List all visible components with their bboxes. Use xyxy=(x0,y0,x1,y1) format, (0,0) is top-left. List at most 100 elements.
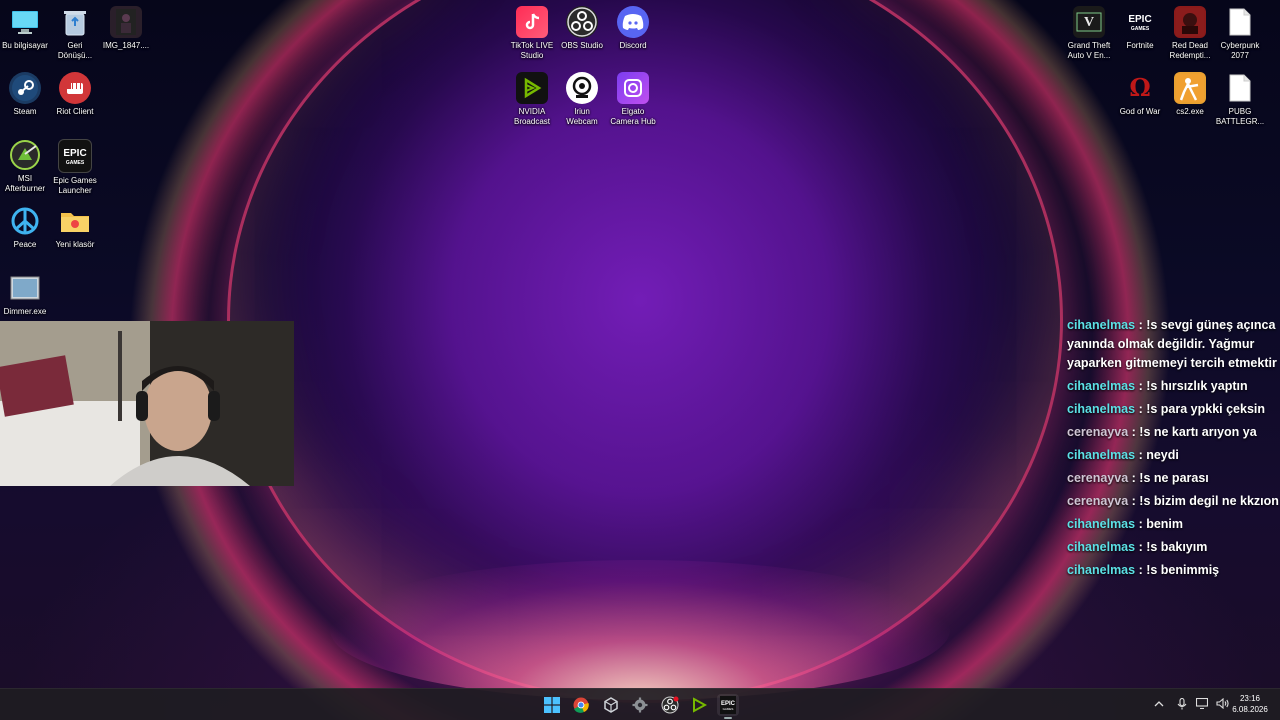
chat-text: : neydi xyxy=(1135,448,1179,462)
epic-games-icon: EPICGAMES xyxy=(1124,6,1156,38)
desktop-icon-recycle-bin[interactable]: Geri Dönüşü... xyxy=(50,6,100,61)
taskbar-nvidia-broadcast[interactable] xyxy=(688,694,710,716)
chat-message: cerenayva : !s bizim degil ne kkzıon xyxy=(1064,492,1280,511)
desktop-icon-cs2[interactable]: cs2.exe xyxy=(1165,72,1215,117)
desktop-icon-msi-afterburner[interactable]: MSI Afterburner xyxy=(0,139,50,194)
svg-text:V: V xyxy=(1084,15,1094,30)
chat-username: cihanelmas xyxy=(1067,379,1136,393)
desktop-icon-label: Elgato Camera Hub xyxy=(610,107,656,126)
chat-text: : !s hırsızlık yaptın xyxy=(1135,379,1248,393)
desktop-icon-god-of-war[interactable]: Ω God of War xyxy=(1115,72,1165,117)
chat-username: cihanelmas xyxy=(1067,563,1136,577)
desktop-icon-label: MSI Afterburner xyxy=(4,174,46,193)
desktop-icon-epic-games[interactable]: EPIC GAMES Epic Games Launcher xyxy=(50,139,100,196)
desktop-icon-nvidia-broadcast[interactable]: NVIDIA Broadcast xyxy=(507,72,557,127)
windows-icon xyxy=(544,697,560,713)
riot-fist-icon xyxy=(59,72,91,104)
chat-message: cihanelmas : !s hırsızlık yaptın xyxy=(1064,377,1280,396)
peace-icon xyxy=(9,205,41,237)
chat-text: : benim xyxy=(1135,517,1184,531)
desktop-icon-iriun-webcam[interactable]: Iriun Webcam xyxy=(557,72,607,127)
taskbar-obs[interactable] xyxy=(659,694,681,716)
gta-v-icon: V xyxy=(1073,6,1105,38)
desktop-icon-this-pc[interactable]: Bu bilgisayar xyxy=(0,6,50,51)
desktop-icon-fortnite[interactable]: EPIC GAMES Fortnite xyxy=(1115,6,1165,51)
recycle-bin-icon xyxy=(59,6,91,38)
desktop-icon-label: Steam xyxy=(13,107,37,116)
chat-message: cihanelmas : benim xyxy=(1064,515,1280,534)
svg-text:GAMES: GAMES xyxy=(1131,26,1150,32)
file-icon xyxy=(1224,72,1256,104)
desktop-icon-tiktok-live-studio[interactable]: TikTok LIVE Studio xyxy=(507,6,557,61)
cube-icon xyxy=(604,697,618,713)
nvidia-broadcast-icon xyxy=(693,697,707,713)
elgato-camera-icon xyxy=(617,72,649,104)
chat-username: cihanelmas xyxy=(1067,540,1136,554)
chat-message: cihanelmas : neydi xyxy=(1064,446,1280,465)
chat-text: : !s bakıyım xyxy=(1135,540,1208,554)
svg-text:Ω: Ω xyxy=(1129,74,1150,102)
desktop-icon-obs-studio[interactable]: OBS Studio xyxy=(557,6,607,51)
taskbar-app-cube[interactable] xyxy=(600,694,622,716)
svg-text:GAMES: GAMES xyxy=(66,160,85,166)
desktop-icon-image-file[interactable]: IMG_1847.... xyxy=(101,6,151,51)
chat-text: : !s benimmiş xyxy=(1135,563,1220,577)
desktop-icon-label: TikTok LIVE Studio xyxy=(510,41,554,60)
chat-message: cihanelmas : !s bakıyım xyxy=(1064,538,1280,557)
system-tray xyxy=(1150,689,1232,720)
desktop-icon-cyberpunk-2077[interactable]: Cyberpunk 2077 xyxy=(1215,6,1265,61)
chat-username: cihanelmas xyxy=(1067,318,1136,332)
desktop-icon-gta-v[interactable]: V Grand Theft Auto V En... xyxy=(1064,6,1114,61)
desktop-icon-elgato-camera-hub[interactable]: Elgato Camera Hub xyxy=(608,72,658,127)
chrome-icon xyxy=(573,697,589,713)
chat-overlay: cihanelmas : !s sevgi güneş açınca yanın… xyxy=(1064,316,1280,584)
chat-username: cerenayva xyxy=(1067,494,1129,508)
chat-username: cerenayva xyxy=(1067,425,1129,439)
desktop-icon-label: Grand Theft Auto V En... xyxy=(1067,41,1111,60)
clock-date: 6.08.2026 xyxy=(1232,705,1268,714)
chat-username: cihanelmas xyxy=(1067,517,1136,531)
desktop-icon-label: Fortnite xyxy=(1126,41,1154,50)
desktop-icon-label: Dimmer.exe xyxy=(3,307,47,316)
desktop-icon-red-dead-redemption[interactable]: Red Dead Redempti... xyxy=(1165,6,1215,61)
desktop-icon-label: cs2.exe xyxy=(1176,107,1204,116)
start-button[interactable] xyxy=(541,694,563,716)
chevron-up-icon[interactable] xyxy=(1150,700,1168,711)
file-icon xyxy=(1224,6,1256,38)
chat-message: cihanelmas : !s para ypkki çeksin xyxy=(1064,400,1280,419)
nvidia-broadcast-icon xyxy=(516,72,548,104)
taskbar-clock[interactable]: 23:16 6.08.2026 xyxy=(1228,693,1272,715)
desktop-icon-label: OBS Studio xyxy=(561,41,603,50)
desktop-icon-dimmer[interactable]: Dimmer.exe xyxy=(0,272,50,317)
desktop-icon-label: IMG_1847.... xyxy=(102,41,150,50)
desktop-icon-peace[interactable]: Peace xyxy=(0,205,50,250)
taskbar-epic-games[interactable]: EPIC GAMES xyxy=(717,694,739,719)
svg-text:EPIC: EPIC xyxy=(1128,14,1151,25)
desktop-icon-label: Yeni klasör xyxy=(55,240,95,249)
chat-username: cihanelmas xyxy=(1067,448,1136,462)
desktop-icon-steam[interactable]: Steam xyxy=(0,72,50,117)
microphone-icon[interactable] xyxy=(1172,697,1192,713)
display-icon[interactable] xyxy=(1192,697,1212,712)
chat-username: cihanelmas xyxy=(1067,402,1136,416)
folder-icon xyxy=(59,205,91,237)
chat-message: cerenayva : !s ne kartı arıyon ya xyxy=(1064,423,1280,442)
desktop-icon-riot-client[interactable]: Riot Client xyxy=(50,72,100,117)
counter-strike-icon xyxy=(1174,72,1206,104)
desktop[interactable]: Bu bilgisayar Geri Dönüşü... IMG_1847...… xyxy=(0,0,1280,720)
discord-icon xyxy=(617,6,649,38)
taskbar-chrome[interactable] xyxy=(570,694,592,716)
dimmer-app-icon xyxy=(9,272,41,304)
desktop-icon-discord[interactable]: Discord xyxy=(608,6,658,51)
taskbar: EPIC GAMES 23:16 6.08.2026 xyxy=(0,688,1280,720)
taskbar-settings[interactable] xyxy=(629,694,651,716)
chat-text: : !s para ypkki çeksin xyxy=(1135,402,1266,416)
desktop-icon-label: Geri Dönüşü... xyxy=(57,41,93,60)
desktop-icon-new-folder[interactable]: Yeni klasör xyxy=(50,205,100,250)
epic-games-icon: EPICGAMES xyxy=(720,696,736,714)
webcam-overlay xyxy=(0,321,294,486)
desktop-icon-label: Discord xyxy=(619,41,647,50)
red-dead-icon xyxy=(1174,6,1206,38)
desktop-icon-pubg[interactable]: PUBG BATTLEGR... xyxy=(1215,72,1265,127)
afterburner-icon xyxy=(9,139,41,171)
